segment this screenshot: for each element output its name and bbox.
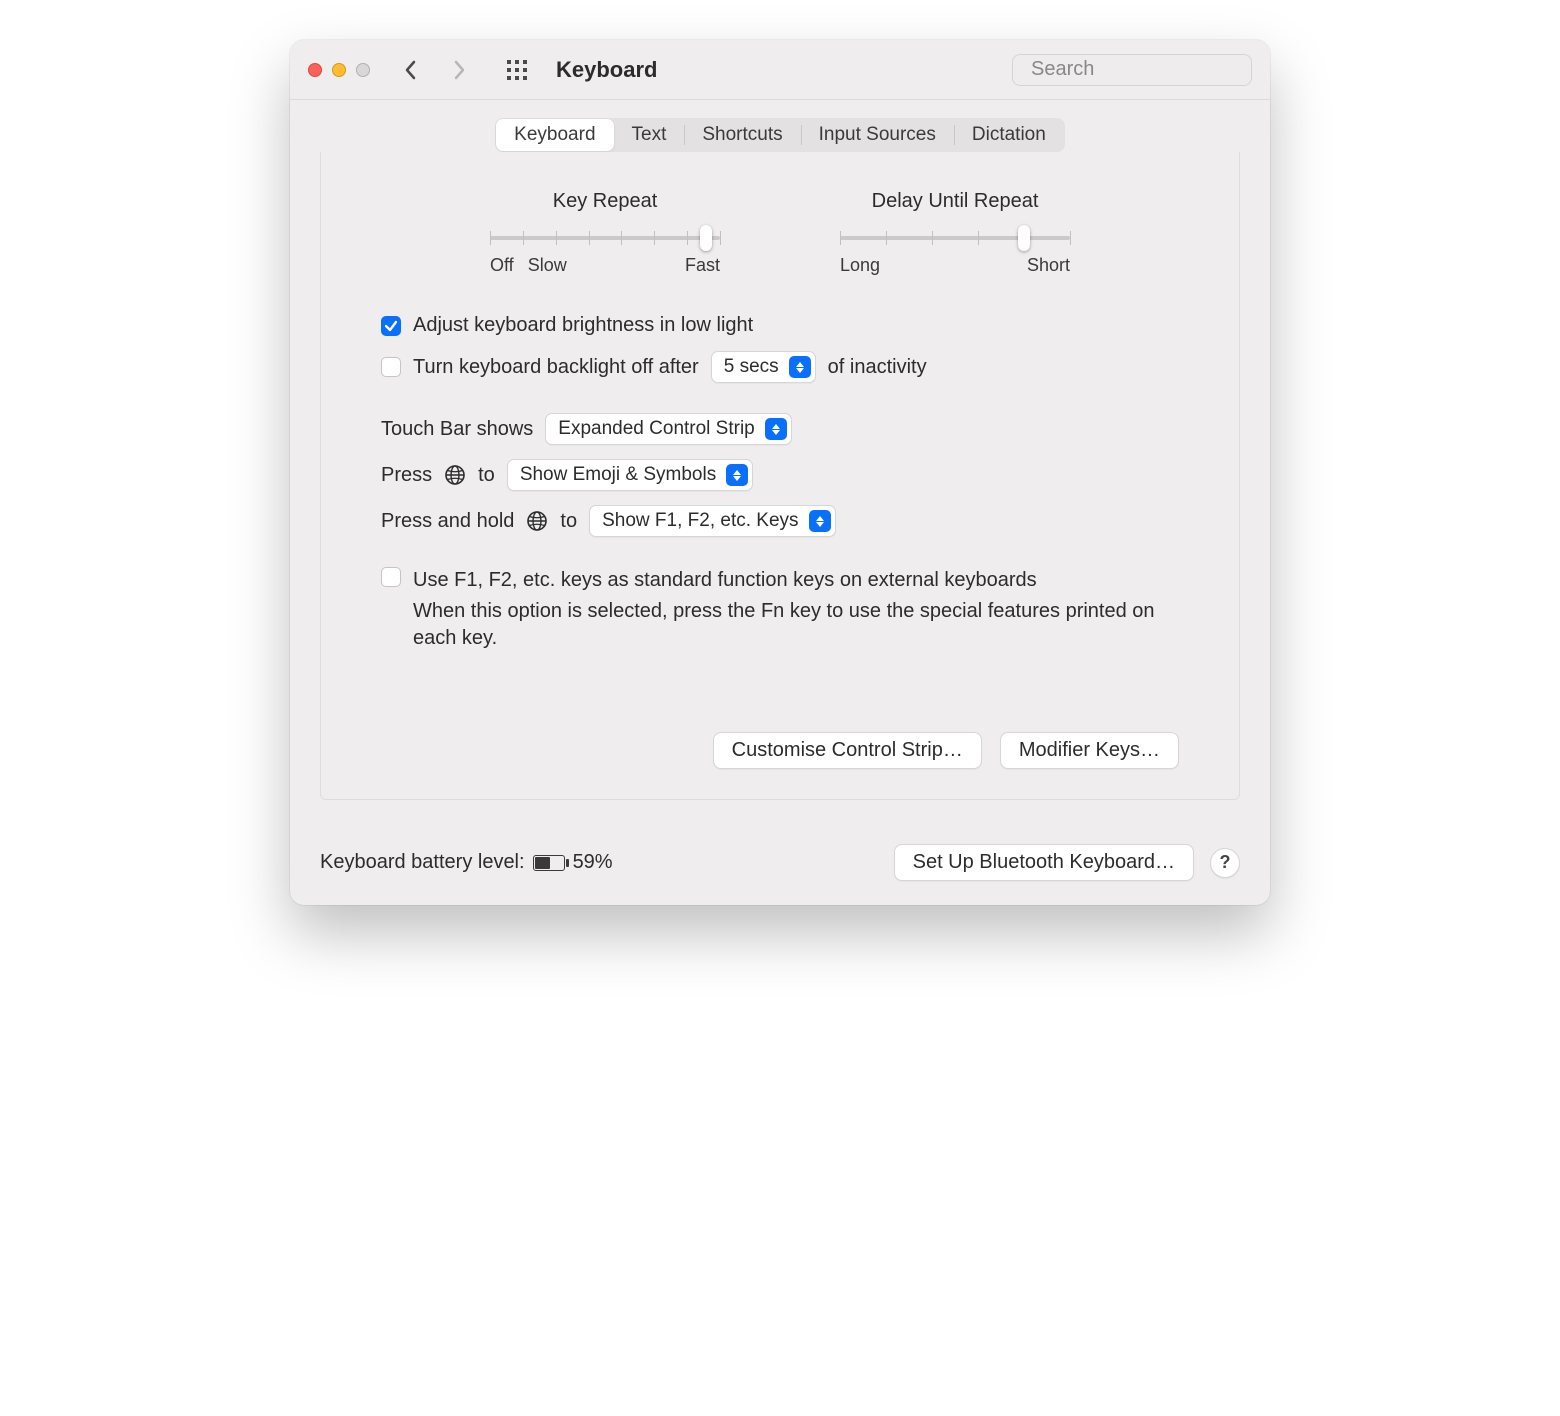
- customise-control-strip-button[interactable]: Customise Control Strip…: [713, 732, 982, 769]
- setup-bluetooth-keyboard-button[interactable]: Set Up Bluetooth Keyboard…: [894, 844, 1194, 881]
- delay-short-label: Short: [1027, 255, 1070, 276]
- press-globe-value: Show Emoji & Symbols: [520, 464, 716, 486]
- delay-repeat-labels: Long Short: [840, 255, 1070, 276]
- fn-std-help: When this option is selected, press the …: [413, 598, 1173, 652]
- globe-icon: [444, 464, 466, 486]
- touch-bar-row: Touch Bar shows Expanded Control Strip: [381, 413, 1179, 445]
- backlight-off-checkbox[interactable]: [381, 357, 401, 377]
- hold-globe-popup[interactable]: Show F1, F2, etc. Keys: [589, 505, 835, 537]
- fn-std-checkbox[interactable]: [381, 567, 401, 587]
- tab-bar: Keyboard Text Shortcuts Input Sources Di…: [290, 100, 1270, 152]
- key-repeat-off-label: Off: [490, 255, 514, 276]
- tab-keyboard[interactable]: Keyboard: [496, 119, 613, 151]
- adjust-brightness-checkbox[interactable]: [381, 316, 401, 336]
- battery-icon: [533, 855, 565, 871]
- show-all-button[interactable]: [502, 52, 532, 88]
- tab-shortcuts[interactable]: Shortcuts: [684, 119, 800, 151]
- key-repeat-labels: Off Slow Fast: [490, 255, 720, 276]
- delay-repeat-slider[interactable]: [840, 225, 1070, 249]
- zoom-icon: [356, 63, 370, 77]
- delay-repeat-label: Delay Until Repeat: [872, 190, 1039, 213]
- chevron-updown-icon: [789, 356, 811, 378]
- press-globe-popup[interactable]: Show Emoji & Symbols: [507, 459, 753, 491]
- backlight-off-label-after: of inactivity: [828, 356, 927, 379]
- options: Adjust keyboard brightness in low light …: [381, 304, 1179, 652]
- window-title: Keyboard: [556, 57, 657, 83]
- chevron-updown-icon: [726, 464, 748, 486]
- chevron-updown-icon: [765, 418, 787, 440]
- hold-globe-row: Press and hold to Show F1, F2, etc. Keys: [381, 505, 1179, 537]
- touch-bar-value: Expanded Control Strip: [558, 418, 754, 440]
- sliders-row: Key Repeat Off Slow Fast Delay Until Rep…: [381, 152, 1179, 304]
- backlight-off-value: 5 secs: [724, 356, 779, 378]
- hold-globe-value: Show F1, F2, etc. Keys: [602, 510, 798, 532]
- hold-globe-after: to: [560, 510, 577, 533]
- toolbar: Keyboard: [290, 40, 1270, 100]
- press-globe-before: Press: [381, 464, 432, 487]
- chevron-updown-icon: [809, 510, 831, 532]
- key-repeat-label: Key Repeat: [553, 190, 658, 213]
- bottom-bar: Keyboard battery level: 59% Set Up Bluet…: [290, 830, 1270, 905]
- search-field[interactable]: [1012, 54, 1252, 86]
- battery-pct: 59%: [573, 851, 613, 874]
- fn-std-row: Use F1, F2, etc. keys as standard functi…: [381, 567, 1179, 652]
- tabs: Keyboard Text Shortcuts Input Sources Di…: [495, 118, 1065, 152]
- key-repeat-slider[interactable]: [490, 225, 720, 249]
- fn-std-label: Use F1, F2, etc. keys as standard functi…: [413, 567, 1173, 594]
- battery-label: Keyboard battery level:: [320, 851, 525, 874]
- tab-dictation[interactable]: Dictation: [954, 119, 1064, 151]
- touch-bar-label: Touch Bar shows: [381, 418, 533, 441]
- tab-text[interactable]: Text: [614, 119, 685, 151]
- touch-bar-popup[interactable]: Expanded Control Strip: [545, 413, 791, 445]
- backlight-off-row: Turn keyboard backlight off after 5 secs…: [381, 351, 1179, 383]
- key-repeat-fast-label: Fast: [685, 255, 720, 276]
- tab-input-sources[interactable]: Input Sources: [801, 119, 954, 151]
- search-input[interactable]: [1031, 58, 1270, 81]
- back-button[interactable]: [396, 52, 426, 88]
- help-button[interactable]: ?: [1210, 848, 1240, 878]
- hold-globe-before: Press and hold: [381, 510, 514, 533]
- content-panel: Key Repeat Off Slow Fast Delay Until Rep…: [320, 152, 1240, 800]
- window-controls: [308, 63, 370, 77]
- backlight-off-label-before: Turn keyboard backlight off after: [413, 356, 699, 379]
- key-repeat-slow-label: Slow: [528, 255, 567, 276]
- delay-long-label: Long: [840, 255, 880, 276]
- adjust-brightness-label: Adjust keyboard brightness in low light: [413, 314, 753, 337]
- backlight-off-popup[interactable]: 5 secs: [711, 351, 816, 383]
- globe-icon: [526, 510, 548, 532]
- panel-footer: Customise Control Strip… Modifier Keys…: [381, 732, 1179, 769]
- prefs-window: Keyboard Keyboard Text Shortcuts Input S…: [290, 40, 1270, 905]
- forward-button: [444, 52, 474, 88]
- close-icon[interactable]: [308, 63, 322, 77]
- key-repeat-group: Key Repeat Off Slow Fast: [490, 190, 720, 276]
- adjust-brightness-row: Adjust keyboard brightness in low light: [381, 314, 1179, 337]
- modifier-keys-button[interactable]: Modifier Keys…: [1000, 732, 1179, 769]
- minimize-icon[interactable]: [332, 63, 346, 77]
- press-globe-row: Press to Show Emoji & Symbols: [381, 459, 1179, 491]
- delay-repeat-group: Delay Until Repeat Long Short: [840, 190, 1070, 276]
- press-globe-after: to: [478, 464, 495, 487]
